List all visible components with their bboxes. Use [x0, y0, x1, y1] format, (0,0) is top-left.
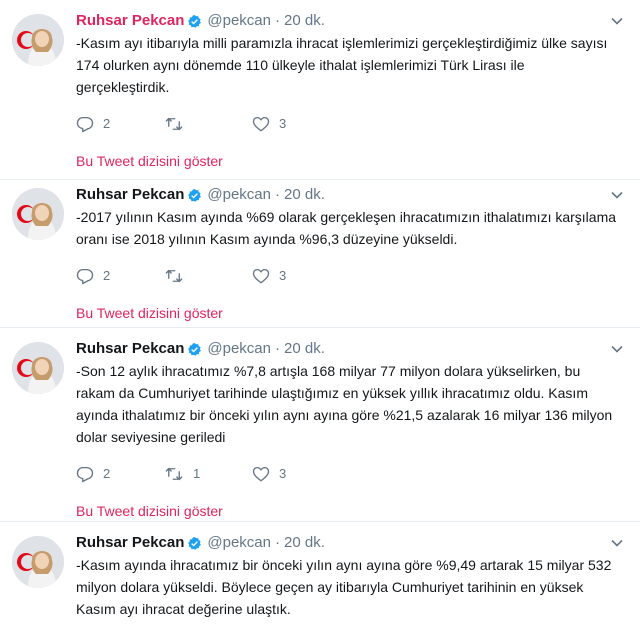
like-count: 3 — [279, 268, 287, 283]
heart-icon — [252, 116, 270, 132]
author-handle[interactable]: @pekcan — [207, 339, 271, 359]
show-thread-link[interactable]: Bu Tweet dizisini göster — [76, 502, 620, 520]
reply-button[interactable]: 2 — [76, 115, 164, 133]
author-handle[interactable]: @pekcan — [207, 185, 271, 205]
timestamp[interactable]: 20 dk. — [284, 339, 325, 359]
tweet-text: -Son 12 aylık ihracatımız %7,8 artışla 1… — [76, 363, 613, 445]
show-thread-link[interactable]: Bu Tweet dizisini göster — [76, 152, 620, 170]
chevron-down-icon[interactable] — [610, 188, 624, 202]
retweet-button[interactable] — [164, 267, 252, 285]
chevron-down-icon[interactable] — [610, 342, 624, 356]
reply-count: 2 — [103, 466, 111, 481]
retweet-button[interactable]: 1 — [164, 465, 252, 483]
tweet-header: Ruhsar Pekcan @pekcan · 20 dk. — [76, 533, 620, 553]
retweet-count: 1 — [193, 466, 201, 481]
heart-icon — [252, 466, 270, 482]
retweet-button[interactable] — [164, 115, 252, 133]
like-button[interactable]: 3 — [252, 115, 340, 133]
avatar[interactable] — [12, 342, 64, 394]
verified-badge-icon — [188, 536, 202, 550]
timeline: Ruhsar Pekcan @pekcan · 20 dk. -Kasım ay… — [0, 0, 640, 627]
separator-dot: · — [275, 186, 280, 203]
author-handle[interactable]: @pekcan — [207, 11, 271, 31]
avatar-image — [12, 14, 64, 66]
verified-badge-icon — [188, 342, 202, 356]
separator-dot: · — [275, 534, 280, 551]
tweet-header: Ruhsar Pekcan @pekcan · 20 dk. — [76, 11, 620, 31]
author-name[interactable]: Ruhsar Pekcan — [76, 339, 184, 359]
avatar[interactable] — [12, 14, 64, 66]
avatar-image — [12, 188, 64, 240]
reply-icon — [76, 268, 94, 285]
show-thread-link[interactable]: Bu Tweet dizisini göster — [76, 304, 620, 322]
tweet-text: -Kasım ayında ihracatımız bir önceki yıl… — [76, 557, 612, 617]
tweet[interactable]: Ruhsar Pekcan @pekcan · 20 dk. -Son 12 a… — [0, 328, 640, 522]
tweet-actions: 2 1 3 — [76, 464, 620, 484]
heart-icon — [252, 268, 270, 284]
timestamp[interactable]: 20 dk. — [284, 11, 325, 31]
tweet-header: Ruhsar Pekcan @pekcan · 20 dk. — [76, 339, 620, 359]
tweet-text: -2017 yılının Kasım ayında %69 olarak ge… — [76, 209, 617, 247]
verified-badge-icon — [188, 14, 202, 28]
reply-button[interactable]: 2 — [76, 267, 164, 285]
retweet-icon — [165, 117, 183, 131]
separator-dot: · — [275, 340, 280, 357]
like-count: 3 — [279, 466, 287, 481]
timestamp[interactable]: 20 dk. — [284, 185, 325, 205]
timestamp[interactable]: 20 dk. — [284, 533, 325, 553]
author-handle[interactable]: @pekcan — [207, 533, 271, 553]
tweet-actions: 2 3 — [76, 266, 620, 286]
tweet[interactable]: Ruhsar Pekcan @pekcan · 20 dk. -2017 yıl… — [0, 180, 640, 328]
author-name[interactable]: Ruhsar Pekcan — [76, 185, 184, 205]
like-button[interactable]: 3 — [252, 267, 340, 285]
like-button[interactable]: 3 — [252, 465, 340, 483]
separator-dot: · — [275, 12, 280, 29]
tweet[interactable]: Ruhsar Pekcan @pekcan · 20 dk. -Kasım ay… — [0, 0, 640, 180]
reply-icon — [76, 116, 94, 133]
verified-badge-icon — [188, 188, 202, 202]
author-name[interactable]: Ruhsar Pekcan — [76, 533, 184, 553]
like-count: 3 — [279, 116, 287, 131]
author-name[interactable]: Ruhsar Pekcan — [76, 11, 184, 31]
chevron-down-icon[interactable] — [610, 536, 624, 550]
tweet[interactable]: Ruhsar Pekcan @pekcan · 20 dk. -Kasım ay… — [0, 522, 640, 627]
tweet-actions: 2 3 — [76, 114, 620, 134]
reply-icon — [76, 466, 94, 483]
avatar-image — [12, 536, 64, 588]
tweet-text: -Kasım ayı itibarıyla milli paramızla ih… — [76, 35, 608, 95]
avatar-image — [12, 342, 64, 394]
avatar[interactable] — [12, 188, 64, 240]
tweet-header: Ruhsar Pekcan @pekcan · 20 dk. — [76, 185, 620, 205]
retweet-icon — [165, 269, 183, 283]
reply-count: 2 — [103, 116, 111, 131]
chevron-down-icon[interactable] — [610, 14, 624, 28]
reply-button[interactable]: 2 — [76, 465, 164, 483]
avatar[interactable] — [12, 536, 64, 588]
reply-count: 2 — [103, 268, 111, 283]
retweet-icon — [165, 467, 183, 481]
